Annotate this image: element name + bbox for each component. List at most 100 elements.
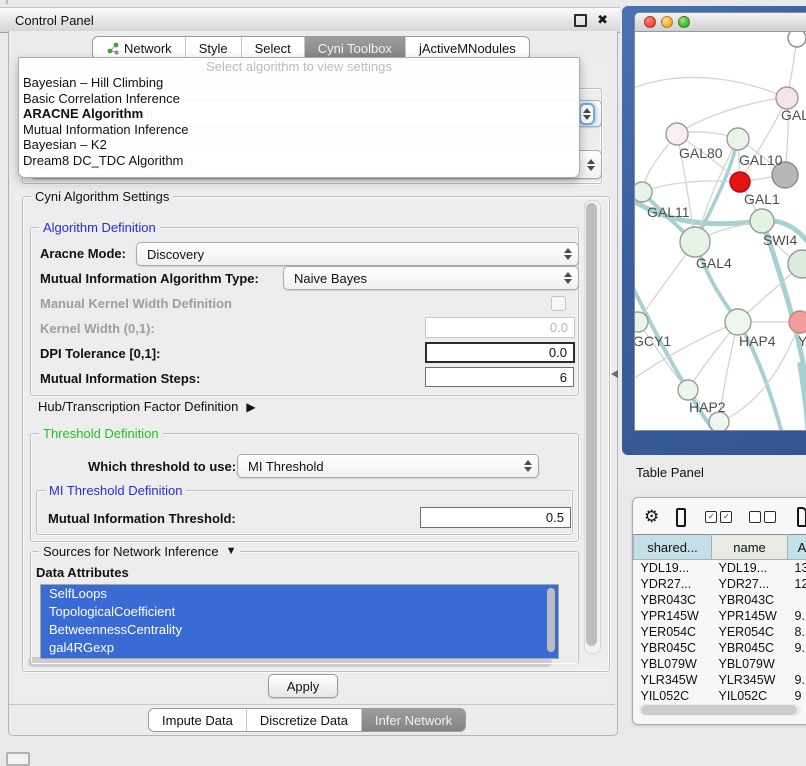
list-item[interactable]: BetweennessCentrality (41, 621, 558, 639)
network-window-titlebar[interactable] (635, 13, 806, 32)
network-edge[interactable] (635, 78, 787, 98)
close-traffic-light-icon[interactable] (644, 16, 656, 28)
network-node[interactable] (730, 172, 750, 192)
split-columns-icon[interactable] (676, 508, 686, 527)
table-cell[interactable]: YBL079W (712, 656, 788, 672)
tab-jactivemnodules[interactable]: jActiveMNodules (406, 37, 529, 59)
list-item[interactable] (41, 657, 558, 659)
list-item[interactable]: TopologicalCoefficient (41, 603, 558, 621)
table-cell[interactable]: 9. (788, 608, 806, 624)
network-canvas[interactable]: GALGAL80GAL10GAL1GAL11SWI4GAL4GCY1HAP4YH… (635, 32, 806, 430)
network-node[interactable] (727, 128, 749, 150)
tab-network[interactable]: Network (93, 37, 186, 59)
manual-kernel-checkbox[interactable] (551, 296, 566, 311)
menu-item[interactable]: Mutual Information Inference (19, 122, 579, 138)
table-cell[interactable]: YDL19... (712, 560, 788, 577)
export-table-icon[interactable] (797, 507, 806, 527)
table-cell[interactable]: YBR045C (634, 640, 712, 656)
table-hscrollbar-thumb[interactable] (641, 705, 797, 715)
table-cell[interactable]: YDR27... (712, 576, 788, 592)
table-cell[interactable]: YDL19... (634, 560, 712, 577)
column-header[interactable]: name (712, 535, 788, 560)
table-cell[interactable]: YLR345W (712, 672, 788, 688)
table-cell[interactable]: YER054C (712, 624, 788, 640)
table-cell[interactable]: 13 (788, 560, 806, 577)
data-attributes-list[interactable]: SelfLoopsTopologicalCoefficientBetweenne… (40, 584, 559, 659)
network-node[interactable] (635, 312, 648, 332)
mi-type-combobox[interactable]: Naive Bayes (283, 266, 579, 290)
unselect-all-columns-icon[interactable] (749, 511, 776, 523)
menu-item[interactable]: Bayesian – Hill Climbing (19, 75, 579, 91)
network-node[interactable] (789, 311, 806, 333)
table-row[interactable]: YDL19...YDL19...13 (634, 560, 806, 577)
table-cell[interactable]: YPR145W (712, 608, 788, 624)
network-node[interactable] (678, 380, 698, 400)
kernel-width-field[interactable]: 0.0 (425, 317, 575, 338)
network-node[interactable] (666, 123, 688, 145)
table-cell[interactable]: YIL052C (712, 688, 788, 704)
network-edge[interactable] (801, 362, 806, 430)
select-all-columns-icon[interactable]: ✓✓ (705, 511, 732, 523)
table-row[interactable]: YBL079WYBL079W (634, 656, 806, 672)
network-node[interactable] (725, 309, 751, 335)
apply-button[interactable]: Apply (268, 674, 338, 698)
tab-style[interactable]: Style (186, 37, 242, 59)
network-node[interactable] (788, 32, 806, 47)
column-header[interactable]: A (788, 535, 806, 560)
table-cell[interactable]: YBL079W (634, 656, 712, 672)
menu-item[interactable]: Bayesian – K2 (19, 137, 579, 153)
list-item[interactable]: SelfLoops (41, 585, 558, 603)
tab-infer-network[interactable]: Infer Network (362, 709, 465, 731)
network-node[interactable] (635, 182, 652, 202)
table-row[interactable]: YLR345WYLR345W9. (634, 672, 806, 688)
zoom-traffic-light-icon[interactable] (678, 16, 690, 28)
hub-definition-toggle[interactable]: Hub/Transcription Factor Definition ▶ (38, 399, 256, 414)
aracne-mode-combobox[interactable]: Discovery (136, 242, 579, 266)
mi-steps-field[interactable]: 6 (425, 367, 574, 387)
dpi-tolerance-field[interactable]: 0.0 (425, 342, 575, 363)
tab-cyni-toolbox[interactable]: Cyni Toolbox (305, 37, 406, 59)
table-cell[interactable]: YPR145W (634, 608, 712, 624)
attributes-scrollbar-thumb[interactable] (547, 588, 555, 652)
table-row[interactable]: YDR27...YDR27...12 (634, 576, 806, 592)
table-row[interactable]: YIL052CYIL052C9 (634, 688, 806, 704)
table-hscrollbar[interactable] (639, 704, 801, 716)
table-cell[interactable]: 9. (788, 640, 806, 656)
menu-item[interactable]: Basic Correlation Inference (19, 91, 579, 107)
tab-impute-data[interactable]: Impute Data (149, 709, 247, 731)
close-icon[interactable]: ✖ (597, 15, 608, 25)
tab-select[interactable]: Select (242, 37, 305, 59)
minimize-traffic-light-icon[interactable] (661, 16, 673, 28)
table-cell[interactable]: YIL052C (634, 688, 712, 704)
column-header[interactable]: shared... (634, 535, 712, 560)
table-cell[interactable] (788, 656, 806, 672)
table-cell[interactable]: 9 (788, 688, 806, 704)
gear-icon[interactable]: ⚙ (644, 509, 659, 525)
expand-right-icon[interactable]: ▶ (246, 400, 255, 414)
table-cell[interactable]: YBR045C (712, 640, 788, 656)
table-cell[interactable] (788, 592, 806, 608)
table-cell[interactable]: 8. (788, 624, 806, 640)
float-window-icon[interactable] (574, 14, 587, 27)
table-row[interactable]: YBR043CYBR043C (634, 592, 806, 608)
table-cell[interactable]: 9. (788, 672, 806, 688)
table-cell[interactable]: YBR043C (634, 592, 712, 608)
network-edge[interactable] (635, 322, 738, 382)
table-row[interactable]: YER054CYER054C8. (634, 624, 806, 640)
collapse-down-icon[interactable]: ▼ (226, 544, 237, 559)
network-node[interactable] (680, 227, 710, 257)
table-cell[interactable]: YLR345W (634, 672, 712, 688)
menu-item[interactable]: ARACNE Algorithm (19, 106, 579, 122)
network-node[interactable] (750, 209, 774, 233)
settings-vscrollbar-thumb[interactable] (586, 203, 597, 646)
table-row[interactable]: YBR045CYBR045C9. (634, 640, 806, 656)
mi-threshold-field[interactable]: 0.5 (420, 507, 571, 528)
network-node[interactable] (776, 87, 798, 109)
table-cell[interactable]: YER054C (634, 624, 712, 640)
which-threshold-combobox[interactable]: MI Threshold (237, 454, 539, 478)
desktop-widget-button[interactable] (6, 752, 30, 766)
table-cell[interactable]: YDR27... (634, 576, 712, 592)
list-item[interactable]: gal4RGexp (41, 639, 558, 657)
menu-item[interactable]: Dream8 DC_TDC Algorithm (19, 153, 579, 169)
table-row[interactable]: YPR145WYPR145W9. (634, 608, 806, 624)
